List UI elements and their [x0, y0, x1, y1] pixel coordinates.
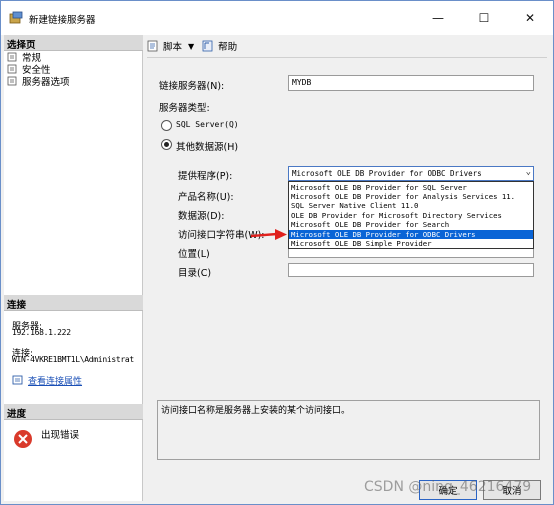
view-connection-properties-label: 查看连接属性	[28, 377, 83, 387]
toolbar-divider	[147, 57, 547, 58]
chevron-down-icon[interactable]: ⌄	[526, 167, 531, 177]
help-button[interactable]: 帮助	[202, 39, 237, 53]
other-source-radio[interactable]	[161, 139, 172, 150]
minimize-icon: —	[432, 11, 444, 25]
minimize-button[interactable]: —	[415, 1, 461, 35]
provider-option[interactable]: OLE DB Provider for Microsoft Directory …	[289, 211, 533, 220]
close-button[interactable]: ✕	[507, 1, 553, 35]
nav-item-server-options[interactable]: 服务器选项	[7, 75, 70, 88]
properties-icon	[12, 375, 23, 385]
help-icon	[202, 40, 213, 52]
nav-item-label: 服务器选项	[22, 77, 70, 88]
help-label: 帮助	[218, 42, 238, 53]
sql-server-radio[interactable]	[161, 120, 172, 131]
close-icon: ✕	[524, 11, 536, 25]
provider-dropdown-list: Microsoft OLE DB Provider for SQL Server…	[288, 181, 534, 249]
provider-label: 提供程序(P):	[178, 171, 233, 182]
page-icon	[7, 76, 17, 86]
page-icon	[7, 64, 17, 74]
dropdown-arrow-icon[interactable]: ▼	[188, 42, 194, 51]
select-page-header: 选择页	[4, 35, 143, 51]
connection-value: WIN-4VKRE1BMT1L\Administrat	[12, 355, 134, 364]
provider-option[interactable]: Microsoft OLE DB Provider for SQL Server	[289, 183, 533, 192]
server-type-label: 服务器类型:	[159, 103, 210, 114]
other-source-radio-label: 其他数据源(H)	[176, 142, 239, 153]
location-label: 位置(L)	[178, 249, 210, 260]
connection-header: 连接	[4, 295, 143, 311]
provider-select-value: Microsoft OLE DB Provider for ODBC Drive…	[292, 169, 482, 178]
provider-option[interactable]: Microsoft OLE DB Provider for Search	[289, 220, 533, 229]
maximize-icon: ☐	[478, 11, 490, 25]
description-box: 访问接口名称是服务器上安装的某个访问接口。	[157, 400, 540, 460]
app-icon	[9, 11, 23, 24]
provider-option[interactable]: SQL Server Native Client 11.0	[289, 201, 533, 210]
catalog-input[interactable]	[288, 263, 534, 277]
error-icon	[14, 430, 32, 448]
linked-server-label: 链接服务器(N):	[159, 81, 225, 92]
server-value: 192.168.1.222	[12, 328, 71, 337]
provider-select[interactable]: Microsoft OLE DB Provider for ODBC Drive…	[288, 166, 534, 181]
ok-button[interactable]: 确定	[419, 480, 477, 500]
left-pane: 选择页 常规 安全性 服务器选项 连接 服务器: 192.168.1.222 连…	[4, 35, 143, 501]
provider-option[interactable]: Microsoft OLE DB Simple Provider	[289, 239, 533, 248]
cancel-button[interactable]: 取消	[483, 480, 541, 500]
data-source-label: 数据源(D):	[178, 211, 225, 222]
provider-option-selected[interactable]: Microsoft OLE DB Provider for ODBC Drive…	[289, 229, 533, 239]
view-connection-properties-link[interactable]: 查看连接属性	[12, 374, 82, 387]
progress-status: 出现错误	[41, 430, 80, 441]
catalog-label: 目录(C)	[178, 268, 212, 279]
maximize-button[interactable]: ☐	[461, 1, 507, 35]
description-text: 访问接口名称是服务器上安装的某个访问接口。	[161, 406, 351, 416]
window-title: 新建链接服务器	[29, 15, 96, 26]
script-icon	[147, 40, 158, 52]
progress-header: 进度	[4, 404, 143, 420]
new-linked-server-window: 新建链接服务器 — ☐ ✕ 选择页 常规 安全性 服务器选项 连接 服务器: 1…	[0, 0, 554, 505]
title-bar: 新建链接服务器 — ☐ ✕	[1, 1, 553, 35]
sql-server-radio-label: SQL Server(Q)	[176, 120, 239, 129]
toolbar: 脚本 ▼ 帮助	[147, 37, 245, 55]
product-name-label: 产品名称(U):	[178, 192, 234, 203]
script-button[interactable]: 脚本 ▼	[147, 39, 194, 53]
red-arrow-icon	[250, 229, 287, 240]
page-icon	[7, 52, 17, 62]
script-label: 脚本	[163, 42, 183, 53]
provider-option[interactable]: Microsoft OLE DB Provider for Analysis S…	[289, 192, 533, 201]
linked-server-input[interactable]: MYDB	[288, 75, 534, 91]
